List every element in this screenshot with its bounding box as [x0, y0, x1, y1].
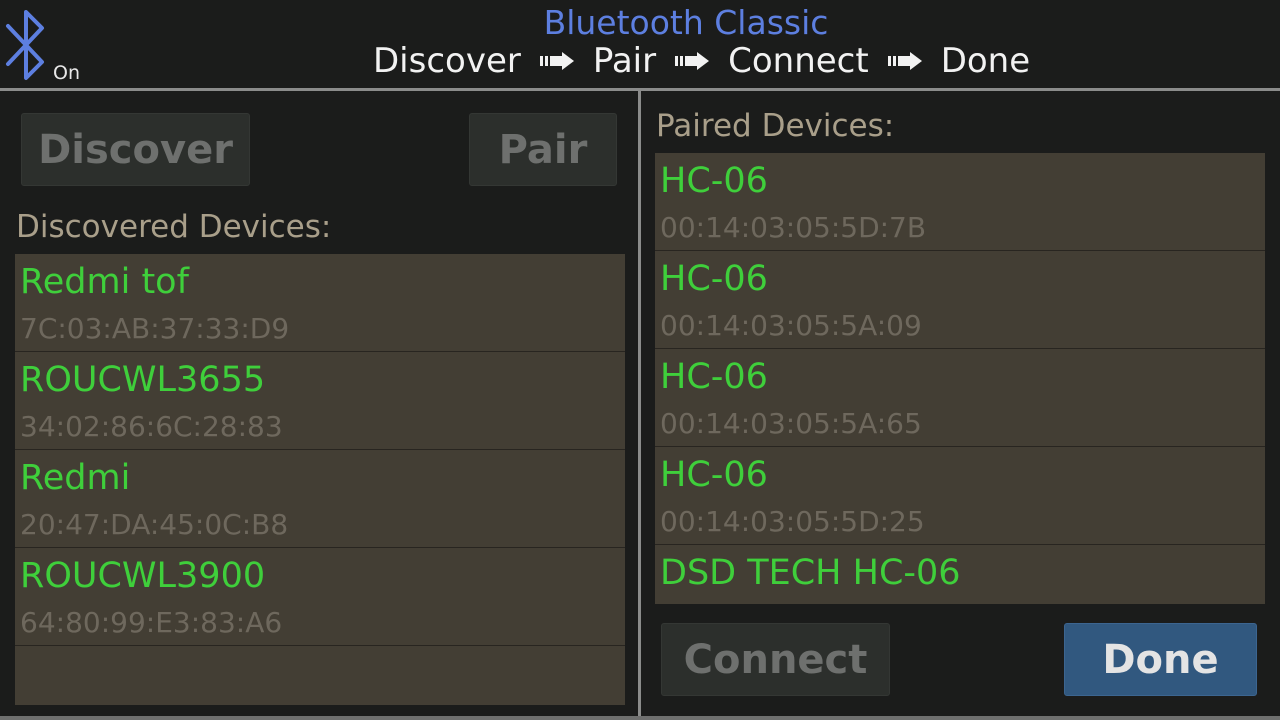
device-name: ROUCWL3900 [20, 556, 266, 596]
done-button[interactable]: Done [1064, 623, 1257, 696]
step-indicator: Discover Pair Connect Done [373, 40, 1030, 82]
step-done: Done [940, 41, 1031, 81]
device-address: 00:14:03:05:5D:7B [660, 211, 927, 244]
paired-device-item[interactable]: HC-06 00:14:03:05:5A:09 [655, 251, 1265, 349]
step-connect: Connect [728, 41, 869, 81]
bluetooth-classic-screen: On Bluetooth Classic Discover Pair Conne… [0, 0, 1280, 720]
paired-device-item[interactable]: HC-06 00:14:03:05:5A:65 [655, 349, 1265, 447]
device-name: HC-06 [660, 161, 768, 201]
discovered-devices-list[interactable]: Redmi tof 7C:03:AB:37:33:D9 ROUCWL3655 3… [15, 254, 625, 705]
device-address: 00:14:03:05:5A:65 [660, 407, 922, 440]
device-address: 7C:03:AB:37:33:D9 [20, 312, 290, 345]
device-name: HC-06 [660, 259, 768, 299]
panel-divider [638, 91, 641, 720]
device-name: Redmi tof [20, 262, 189, 302]
paired-devices-list[interactable]: HC-06 00:14:03:05:5D:7B HC-06 00:14:03:0… [655, 153, 1265, 604]
paired-device-item[interactable]: DSD TECH HC-06 [655, 545, 1265, 604]
discovered-device-item[interactable]: Redmi tof 7C:03:AB:37:33:D9 [15, 254, 625, 352]
device-name: DSD TECH HC-06 [660, 553, 961, 593]
paired-device-item[interactable]: HC-06 00:14:03:05:5D:25 [655, 447, 1265, 545]
device-address: 00:14:03:05:5D:25 [660, 505, 925, 538]
arrow-right-icon [887, 52, 922, 70]
bluetooth-status: On [53, 62, 80, 84]
discover-button[interactable]: Discover [21, 113, 250, 186]
device-name: HC-06 [660, 455, 768, 495]
device-address: 20:47:DA:45:0C:B8 [20, 508, 289, 541]
device-address: 64:80:99:E3:83:A6 [20, 606, 283, 639]
connect-button[interactable]: Connect [661, 623, 890, 696]
app-title: Bluetooth Classic [543, 3, 829, 42]
step-discover: Discover [373, 41, 521, 81]
step-pair: Pair [592, 41, 657, 81]
discovered-device-item[interactable]: ROUCWL3900 64:80:99:E3:83:A6 [15, 548, 625, 646]
device-address: 00:14:03:05:5A:09 [660, 309, 922, 342]
bottom-edge [0, 716, 1280, 720]
discovered-device-item[interactable]: Redmi 20:47:DA:45:0C:B8 [15, 450, 625, 548]
arrow-right-icon [539, 52, 574, 70]
device-name: Redmi [20, 458, 131, 498]
paired-device-item[interactable]: HC-06 00:14:03:05:5D:7B [655, 153, 1265, 251]
header: On Bluetooth Classic Discover Pair Conne… [0, 0, 1280, 88]
paired-devices-label: Paired Devices: [656, 108, 895, 144]
device-name: ROUCWL3655 [20, 360, 266, 400]
discovered-devices-label: Discovered Devices: [16, 209, 332, 245]
pair-button[interactable]: Pair [469, 113, 617, 186]
device-name: HC-06 [660, 357, 768, 397]
device-address: 34:02:86:6C:28:83 [20, 410, 283, 443]
discovered-device-item[interactable]: ROUCWL3655 34:02:86:6C:28:83 [15, 352, 625, 450]
arrow-right-icon [675, 52, 710, 70]
